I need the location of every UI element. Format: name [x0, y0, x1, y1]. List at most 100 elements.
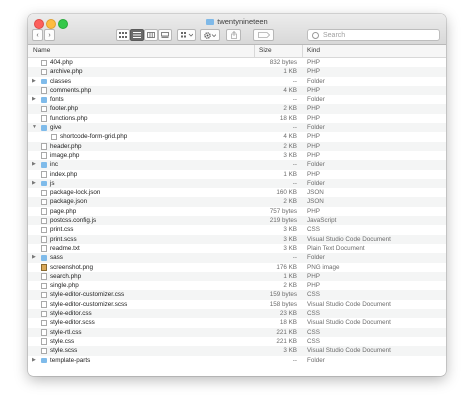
file-row[interactable]: ▶ classes -- Folder: [28, 77, 446, 86]
share-button[interactable]: [226, 29, 241, 41]
file-name: postcss.config.js: [50, 217, 97, 225]
file-row[interactable]: ▶ js -- Folder: [28, 178, 446, 189]
disclosure-expanded-icon[interactable]: ▼: [32, 123, 37, 132]
disclosure-collapsed-icon[interactable]: ▶: [32, 253, 36, 262]
file-size: 176 KB: [276, 263, 297, 271]
file-kind: PHP: [307, 86, 320, 94]
file-row[interactable]: page.php 757 bytes PHP: [28, 207, 446, 216]
search-field[interactable]: Search: [307, 29, 440, 41]
file-kind: Folder: [307, 161, 325, 169]
document-icon: [41, 68, 47, 76]
file-row[interactable]: readme.txt 3 KB Plain Text Document: [28, 244, 446, 253]
file-kind: CSS: [307, 310, 320, 318]
file-row[interactable]: style-editor.css 23 KB CSS: [28, 309, 446, 319]
file-row[interactable]: ▶ inc -- Folder: [28, 160, 446, 170]
file-row[interactable]: functions.php 18 KB PHP: [28, 114, 446, 123]
file-kind: Visual Studio Code Document: [307, 235, 391, 243]
file-row[interactable]: style-editor-customizer.css 159 bytes CSS: [28, 290, 446, 300]
disclosure-collapsed-icon[interactable]: ▶: [32, 160, 36, 169]
file-name: inc: [50, 161, 59, 169]
file-row[interactable]: search.php 1 KB PHP: [28, 271, 446, 282]
file-row[interactable]: comments.php 4 KB PHP: [28, 85, 446, 96]
document-icon: [41, 282, 47, 290]
file-kind: Folder: [307, 96, 325, 104]
document-icon: [41, 189, 47, 197]
icon-view-button[interactable]: [116, 29, 130, 41]
file-row[interactable]: ▶ template-parts -- Folder: [28, 356, 446, 365]
file-size: --: [292, 161, 297, 169]
column-divider[interactable]: [254, 45, 255, 57]
back-button[interactable]: ‹: [32, 29, 43, 41]
file-row[interactable]: screenshot.png 176 KB PNG image: [28, 263, 446, 272]
file-size: 4 KB: [283, 133, 297, 141]
file-size: 18 KB: [279, 319, 297, 327]
disclosure-collapsed-icon[interactable]: ▶: [32, 95, 36, 104]
file-name: 404.php: [50, 59, 73, 66]
file-name: fonts: [50, 96, 64, 104]
document-icon: [41, 115, 47, 122]
file-name: style-editor.scss: [50, 319, 95, 327]
size-column-header[interactable]: Size: [259, 47, 272, 54]
file-row[interactable]: single.php 2 KB PHP: [28, 281, 446, 290]
file-row[interactable]: style-editor-customizer.scss 158 bytes Vis…: [28, 300, 446, 309]
file-kind: Folder: [307, 124, 325, 132]
file-row[interactable]: ▼ give -- Folder: [28, 123, 446, 133]
columns-icon: [147, 32, 155, 38]
window-title-text: twentynineteen: [217, 17, 268, 26]
file-row[interactable]: package-lock.json 160 KB JSON: [28, 188, 446, 197]
group-by-button[interactable]: [177, 29, 196, 41]
gallery-view-button[interactable]: [158, 29, 172, 41]
list-view-button[interactable]: [130, 29, 144, 41]
file-size: --: [292, 124, 297, 132]
disclosure-collapsed-icon[interactable]: ▶: [32, 179, 36, 188]
file-row[interactable]: ▶ sass -- Folder: [28, 253, 446, 263]
file-row[interactable]: style-rtl.css 221 KB CSS: [28, 327, 446, 337]
column-divider[interactable]: [302, 45, 303, 57]
action-button[interactable]: [200, 29, 220, 41]
file-row[interactable]: package.json 2 KB JSON: [28, 197, 446, 207]
back-chevron-icon: ‹: [36, 31, 39, 39]
file-row[interactable]: print.css 3 KB CSS: [28, 225, 446, 234]
file-name: image.php: [50, 151, 80, 159]
file-size: 219 bytes: [269, 217, 297, 225]
file-kind: JSON: [307, 198, 324, 206]
disclosure-collapsed-icon[interactable]: ▶: [32, 356, 36, 365]
disclosure-collapsed-icon[interactable]: ▶: [32, 77, 36, 86]
file-kind: PHP: [307, 170, 320, 178]
file-row[interactable]: image.php 3 KB PHP: [28, 151, 446, 160]
file-size: 1 KB: [283, 272, 297, 280]
file-name: package.json: [50, 198, 88, 206]
column-view-button[interactable]: [144, 29, 158, 41]
file-row[interactable]: print.scss 3 KB Visual Studio Code Documen…: [28, 234, 446, 244]
name-column-header[interactable]: Name: [33, 47, 50, 54]
document-icon: [41, 59, 47, 66]
file-name: print.scss: [50, 235, 77, 243]
image-file-icon: [41, 264, 47, 271]
file-name: archive.php: [50, 68, 83, 76]
file-row[interactable]: shortcode-form-grid.php 4 KB PHP: [28, 132, 446, 141]
file-name: comments.php: [50, 86, 92, 94]
file-row[interactable]: postcss.config.js 219 bytes JavaScript: [28, 216, 446, 226]
file-row[interactable]: index.php 1 KB PHP: [28, 170, 446, 179]
share-icon: [230, 31, 237, 39]
search-placeholder: Search: [323, 31, 346, 39]
document-icon: [41, 329, 47, 336]
file-row[interactable]: style-editor.scss 18 KB Visual Studio Code…: [28, 318, 446, 327]
forward-button[interactable]: ›: [44, 29, 55, 41]
file-row[interactable]: ▶ fonts -- Folder: [28, 95, 446, 104]
file-name: style.css: [50, 337, 75, 345]
file-row[interactable]: footer.php 2 KB PHP: [28, 104, 446, 114]
file-row[interactable]: style.scss 3 KB Visual Studio Code Documen…: [28, 346, 446, 356]
file-name: search.php: [50, 272, 82, 280]
file-row[interactable]: 404.php 832 bytes PHP: [28, 58, 446, 67]
file-row[interactable]: archive.php 1 KB PHP: [28, 67, 446, 77]
file-row[interactable]: header.php 2 KB PHP: [28, 141, 446, 151]
edit-tags-button[interactable]: [253, 29, 274, 41]
document-icon: [41, 310, 47, 318]
document-icon: [41, 301, 47, 308]
kind-column-header[interactable]: Kind: [307, 47, 320, 54]
file-row[interactable]: style.css 221 KB CSS: [28, 337, 446, 346]
document-icon: [41, 152, 47, 159]
file-size: 2 KB: [283, 282, 297, 290]
folder-icon: [41, 97, 47, 103]
